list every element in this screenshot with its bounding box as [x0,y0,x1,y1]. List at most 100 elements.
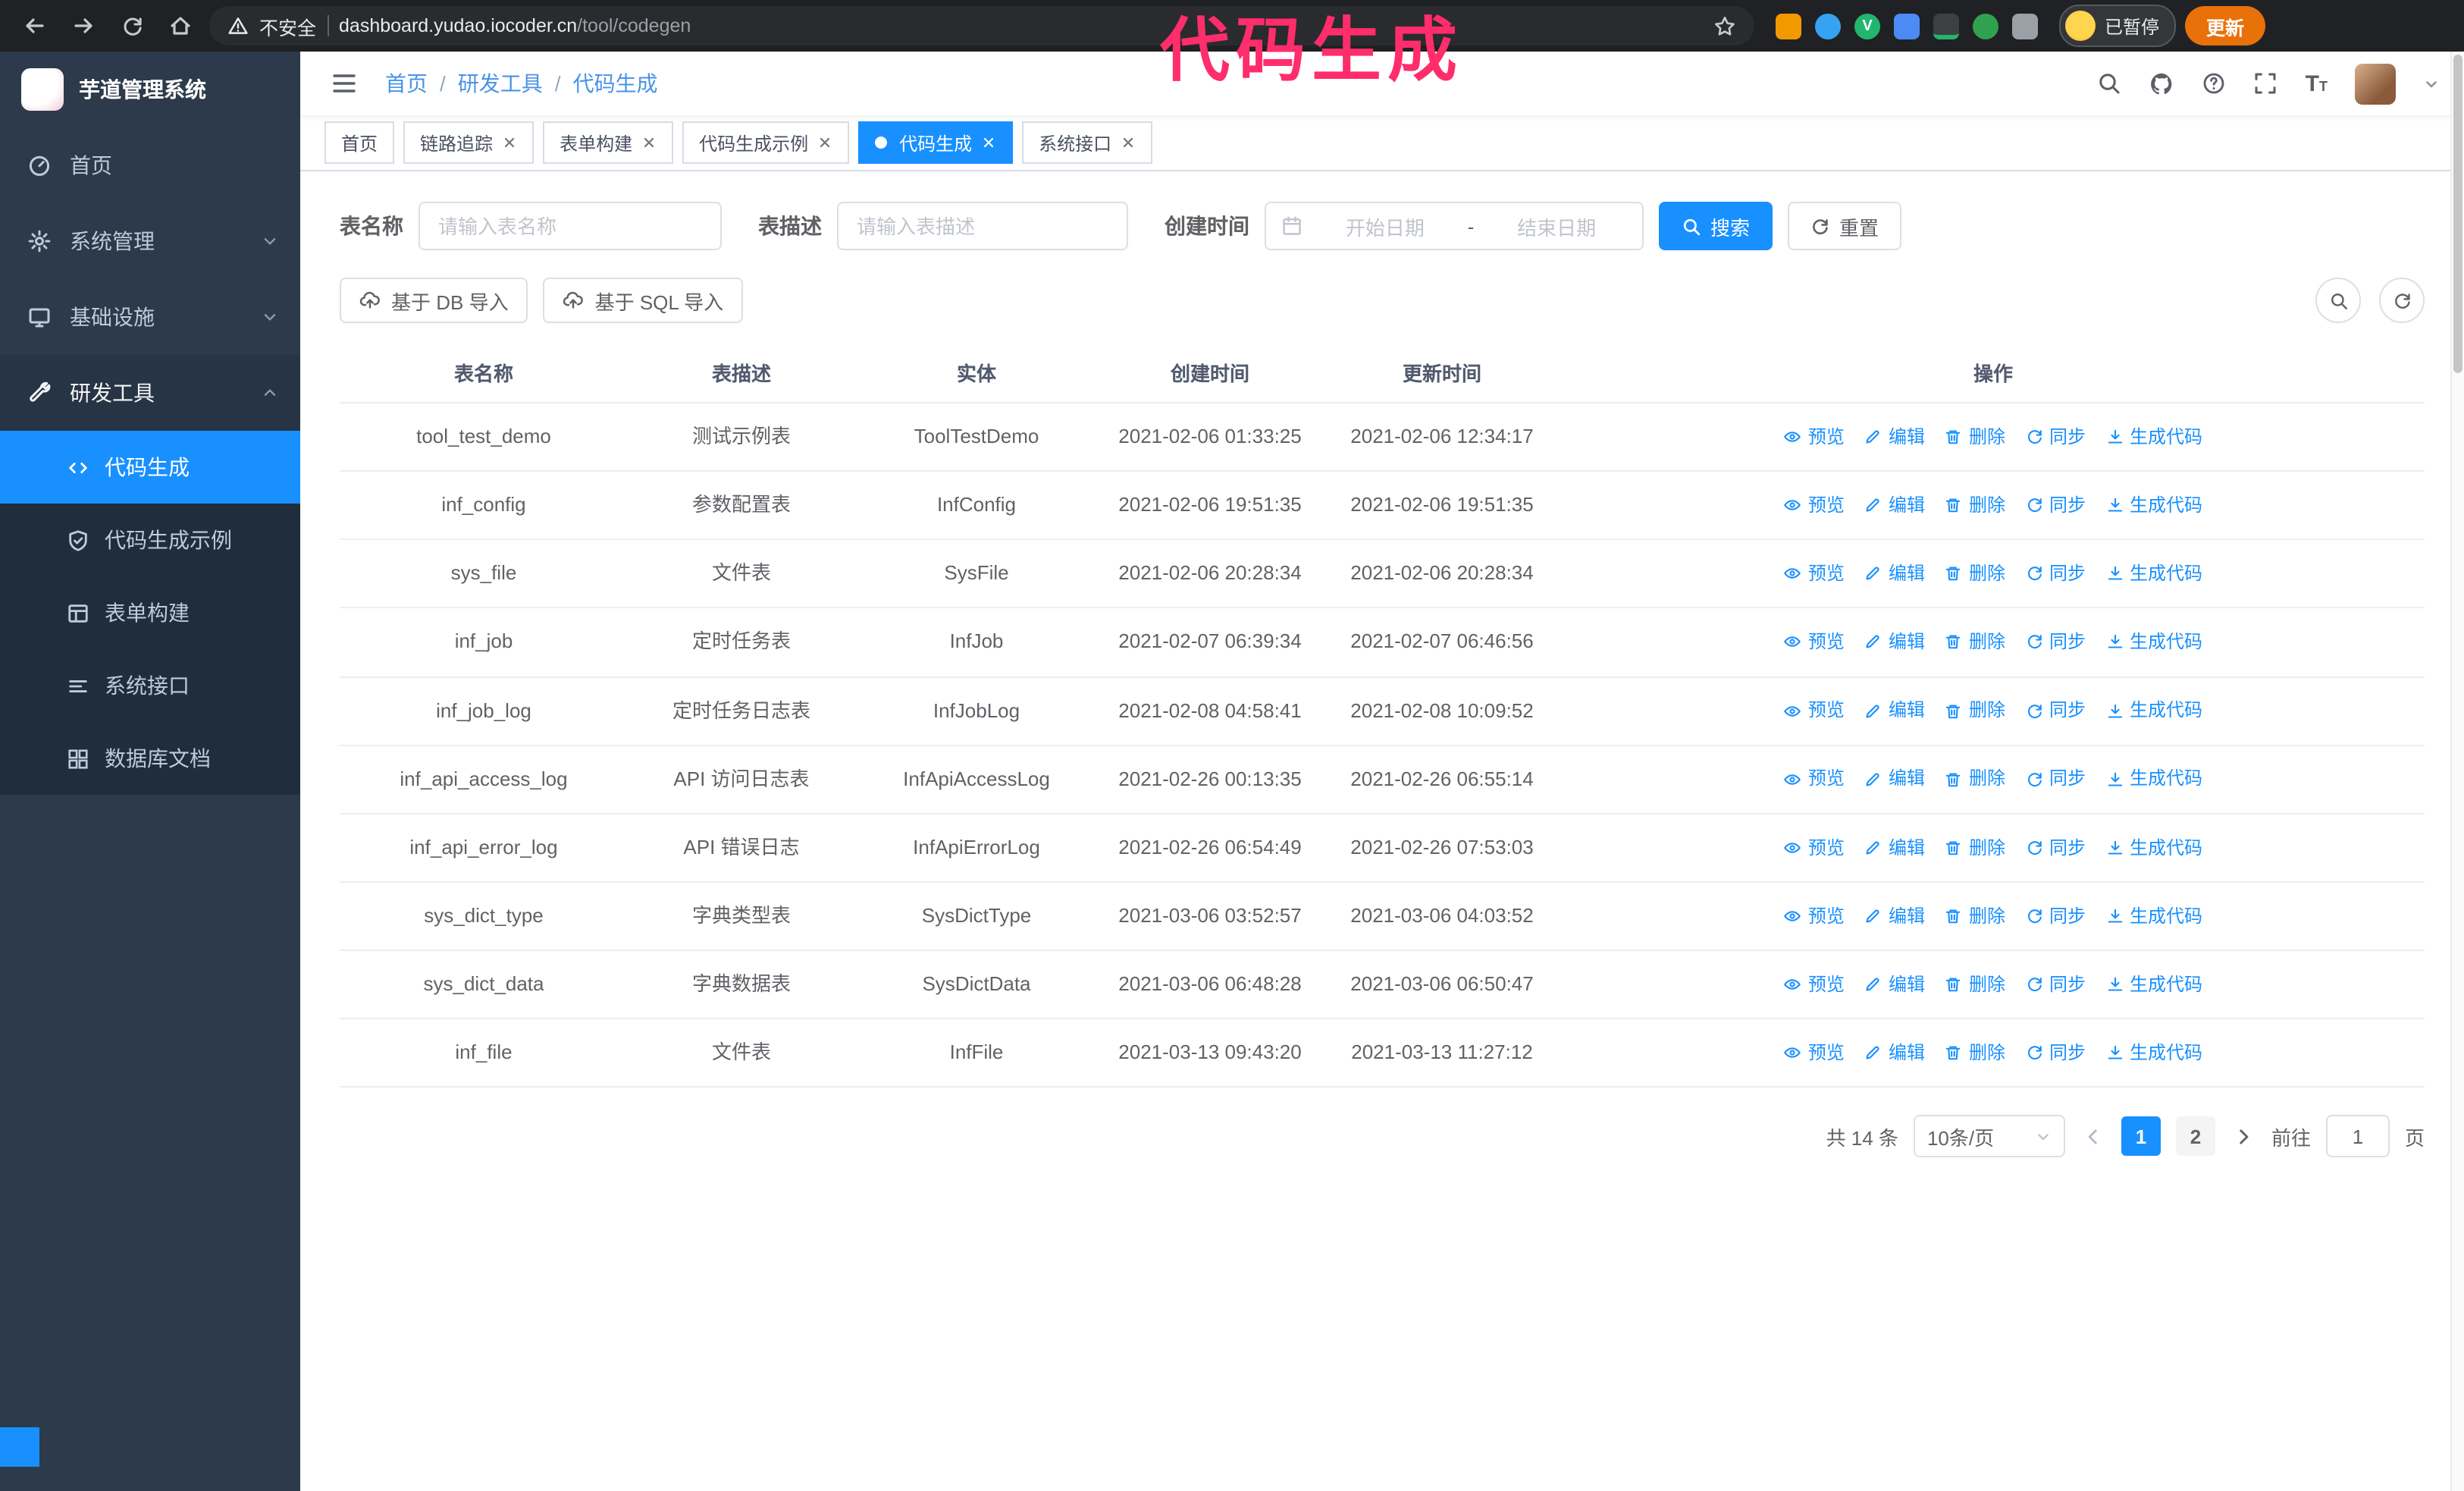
sidebar-logo[interactable]: 芋道管理系统 [0,52,300,127]
avatar-caret-icon[interactable] [2423,75,2440,92]
next-page-button[interactable] [2230,1127,2256,1147]
edit-link[interactable]: 编辑 [1864,628,1925,656]
edit-link[interactable]: 编辑 [1864,491,1925,519]
sidebar-item-system-management[interactable]: 系统管理 [0,203,300,279]
preview-link[interactable]: 预览 [1784,423,1845,451]
generate-code-link[interactable]: 生成代码 [2105,560,2202,588]
profile-chip[interactable]: 已暂停 [2059,5,2177,47]
reload-icon[interactable] [112,6,152,46]
delete-link[interactable]: 删除 [1945,971,2005,999]
scrollbar[interactable] [2450,52,2464,1491]
prev-page-button[interactable] [2080,1127,2106,1147]
date-range-picker[interactable]: 开始日期 - 结束日期 [1265,202,1644,250]
import-sql-button[interactable]: 基于 SQL 导入 [543,278,744,323]
generate-code-link[interactable]: 生成代码 [2105,902,2202,931]
search-icon[interactable] [2098,71,2122,96]
edit-link[interactable]: 编辑 [1864,697,1925,725]
sync-link[interactable]: 同步 [2025,833,2086,862]
sync-link[interactable]: 同步 [2025,423,2086,451]
close-icon[interactable] [641,135,657,150]
preview-link[interactable]: 预览 [1784,1039,1845,1067]
user-avatar[interactable] [2355,63,2396,104]
extension-monitor-icon[interactable] [1933,13,1959,39]
tab-trace[interactable]: 链路追踪 [403,121,534,164]
sidebar-subitem-db-doc[interactable]: 数据库文档 [0,722,300,795]
fullscreen-icon[interactable] [2254,71,2278,96]
sync-link[interactable]: 同步 [2025,491,2086,519]
preview-link[interactable]: 预览 [1784,628,1845,656]
sync-link[interactable]: 同步 [2025,560,2086,588]
extension-people-icon[interactable] [1894,13,1920,39]
generate-code-link[interactable]: 生成代码 [2105,491,2202,519]
delete-link[interactable]: 删除 [1945,697,2005,725]
delete-link[interactable]: 删除 [1945,423,2005,451]
bottom-left-blue-button[interactable] [0,1427,39,1467]
tab-codegen-example[interactable]: 代码生成示例 [682,121,850,164]
delete-link[interactable]: 删除 [1945,833,2005,862]
tab-system-api[interactable]: 系统接口 [1022,121,1153,164]
delete-link[interactable]: 删除 [1945,1039,2005,1067]
github-icon[interactable] [2149,71,2175,96]
generate-code-link[interactable]: 生成代码 [2105,971,2202,999]
address-bar[interactable]: 不安全 dashboard.yudao.iocoder.cn/tool/code… [209,6,1754,46]
table-desc-input[interactable] [837,202,1128,250]
generate-code-link[interactable]: 生成代码 [2105,697,2202,725]
home-icon[interactable] [161,6,200,46]
close-icon[interactable] [817,135,832,150]
delete-link[interactable]: 删除 [1945,491,2005,519]
preview-link[interactable]: 预览 [1784,833,1845,862]
edit-link[interactable]: 编辑 [1864,423,1925,451]
tab-codegen[interactable]: 代码生成 [858,121,1014,164]
sidebar-subitem-codegen-example[interactable]: 代码生成示例 [0,504,300,576]
sidebar-toggle-icon[interactable] [324,64,364,103]
breadcrumb-dev-tools[interactable]: 研发工具 [458,68,543,99]
start-date-placeholder[interactable]: 开始日期 [1315,212,1456,240]
sidebar-subitem-system-api[interactable]: 系统接口 [0,649,300,722]
sidebar-subitem-codegen[interactable]: 代码生成 [0,431,300,504]
generate-code-link[interactable]: 生成代码 [2105,1039,2202,1067]
refresh-table-button[interactable] [2379,278,2425,323]
page-size-select[interactable]: 10条/页 [1913,1115,2065,1158]
generate-code-link[interactable]: 生成代码 [2105,833,2202,862]
font-size-icon[interactable]: TT [2306,71,2328,96]
sidebar-subitem-form-builder[interactable]: 表单构建 [0,576,300,649]
close-icon[interactable] [1121,135,1136,150]
generate-code-link[interactable]: 生成代码 [2105,423,2202,451]
edit-link[interactable]: 编辑 [1864,1039,1925,1067]
help-icon[interactable] [2202,71,2227,96]
sync-link[interactable]: 同步 [2025,902,2086,931]
extension-leaf-icon[interactable] [1973,13,1998,39]
extension-orange-icon[interactable] [1776,13,1801,39]
sync-link[interactable]: 同步 [2025,697,2086,725]
toggle-search-button[interactable] [2315,278,2361,323]
bookmark-star-icon[interactable] [1713,14,1736,37]
tab-form-builder[interactable]: 表单构建 [543,121,674,164]
forward-icon[interactable] [64,6,103,46]
edit-link[interactable]: 编辑 [1864,971,1925,999]
delete-link[interactable]: 删除 [1945,628,2005,656]
search-button[interactable]: 搜索 [1659,202,1773,250]
sidebar-item-infrastructure[interactable]: 基础设施 [0,279,300,355]
sync-link[interactable]: 同步 [2025,971,2086,999]
browser-update-button[interactable]: 更新 [2185,6,2266,46]
breadcrumb-home[interactable]: 首页 [385,68,428,99]
tab-home[interactable]: 首页 [324,121,395,164]
preview-link[interactable]: 预览 [1784,765,1845,793]
end-date-placeholder[interactable]: 结束日期 [1486,212,1627,240]
generate-code-link[interactable]: 生成代码 [2105,765,2202,793]
preview-link[interactable]: 预览 [1784,491,1845,519]
sidebar-item-dev-tools[interactable]: 研发工具 [0,355,300,431]
preview-link[interactable]: 预览 [1784,697,1845,725]
sync-link[interactable]: 同步 [2025,628,2086,656]
preview-link[interactable]: 预览 [1784,902,1845,931]
extension-puzzle-icon[interactable] [2012,13,2038,39]
delete-link[interactable]: 删除 [1945,902,2005,931]
edit-link[interactable]: 编辑 [1864,560,1925,588]
edit-link[interactable]: 编辑 [1864,902,1925,931]
generate-code-link[interactable]: 生成代码 [2105,628,2202,656]
delete-link[interactable]: 删除 [1945,765,2005,793]
table-name-input[interactable] [419,202,722,250]
scrollbar-thumb[interactable] [2453,55,2462,373]
sync-link[interactable]: 同步 [2025,765,2086,793]
import-db-button[interactable]: 基于 DB 导入 [340,278,528,323]
